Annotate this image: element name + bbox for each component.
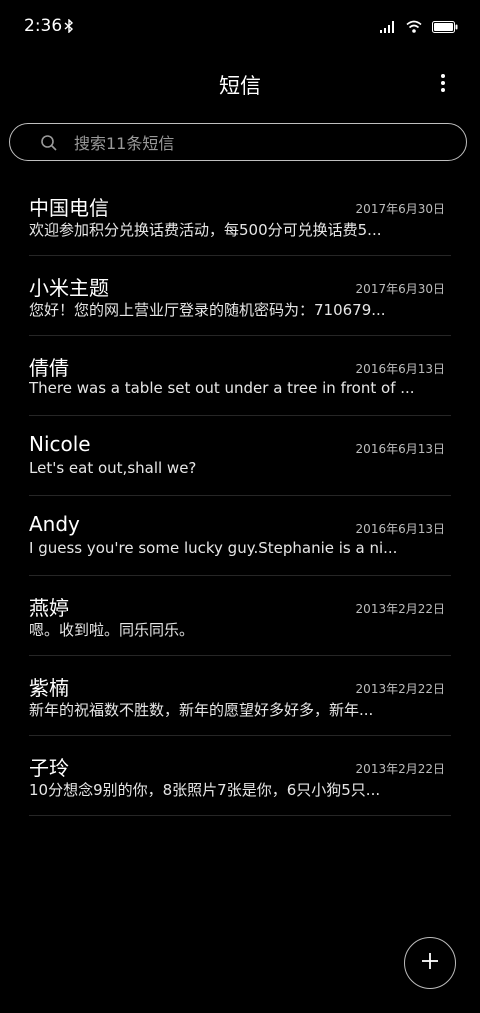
message-date: 2016年6月13日 [355,522,445,536]
message-preview: 10分想念9别的你，8张照片7张是你，6只小狗5只... [29,781,381,799]
conversation-row[interactable]: 小米主题 2017年6月30日 您好！您的网上营业厅登录的随机密码为：71067… [29,256,451,336]
status-bar: 2:36 [0,0,480,52]
message-date: 2013年2月22日 [355,762,445,776]
message-date: 2013年2月22日 [355,682,445,696]
contact-name: 中国电信 [29,196,109,220]
conversation-row[interactable]: Andy 2016年6月13日 I guess you're some luck… [29,496,451,576]
message-preview: 您好！您的网上营业厅登录的随机密码为：710679... [29,301,386,319]
battery-icon [432,18,458,37]
compose-button[interactable] [404,937,456,989]
search-bar[interactable] [9,123,467,162]
contact-name: Andy [29,512,80,536]
message-date: 2013年2月22日 [355,602,445,616]
more-vertical-icon[interactable] [433,72,453,96]
conversation-row[interactable]: 中国电信 2017年6月30日 欢迎参加积分兑换话费活动，每500分可兑换话费5… [29,176,451,256]
message-date: 2017年6月30日 [355,282,445,296]
conversation-row[interactable]: 紫楠 2013年2月22日 新年的祝福数不胜数，新年的愿望好多好多，新年... [29,656,451,736]
page-title: 短信 [219,74,261,98]
message-preview: Let's eat out,shall we? [29,459,197,477]
signal-icon [380,18,396,37]
conversation-row[interactable]: 子玲 2013年2月22日 10分想念9别的你，8张照片7张是你，6只小狗5只.… [29,736,451,816]
message-preview: 欢迎参加积分兑换话费活动，每500分可兑换话费5... [29,221,382,239]
conversation-row[interactable]: Nicole 2016年6月13日 Let's eat out,shall we… [29,416,451,496]
wifi-icon [406,18,422,37]
conversation-list: 中国电信 2017年6月30日 欢迎参加积分兑换话费活动，每500分可兑换话费5… [0,176,480,816]
contact-name: 小米主题 [29,276,109,300]
search-input[interactable] [72,124,456,162]
contact-name: 倩倩 [29,356,69,380]
bluetooth-icon [64,18,74,37]
status-time: 2:36 [24,16,63,36]
message-date: 2017年6月30日 [355,202,445,216]
contact-name: 紫楠 [29,676,69,700]
contact-name: 子玲 [29,756,69,780]
message-date: 2016年6月13日 [355,362,445,376]
search-icon [40,134,58,156]
conversation-row[interactable]: 倩倩 2016年6月13日 There was a table set out … [29,336,451,416]
contact-name: Nicole [29,432,91,456]
message-preview: There was a table set out under a tree i… [29,379,415,397]
message-date: 2016年6月13日 [355,442,445,456]
message-preview: 嗯。收到啦。同乐同乐。 [29,621,195,639]
contact-name: 燕婷 [29,596,69,620]
conversation-row[interactable]: 燕婷 2013年2月22日 嗯。收到啦。同乐同乐。 [29,576,451,656]
message-preview: I guess you're some lucky guy.Stephanie … [29,539,398,557]
plus-icon [420,951,440,975]
message-preview: 新年的祝福数不胜数，新年的愿望好多好多，新年... [29,701,374,719]
